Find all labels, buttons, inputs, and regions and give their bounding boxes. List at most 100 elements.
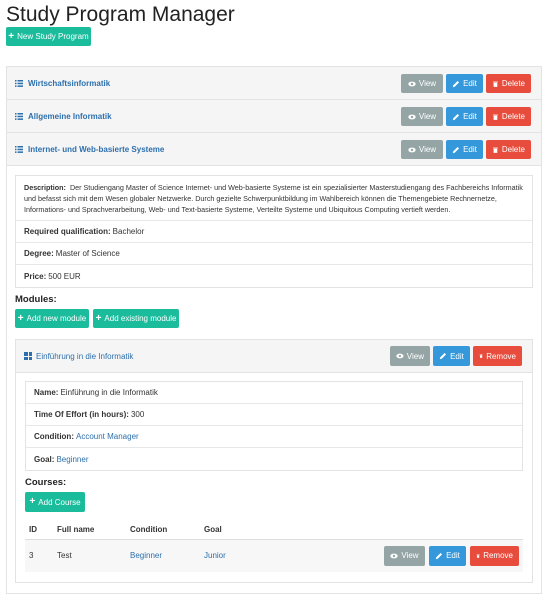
edit-label: Edit xyxy=(463,112,477,121)
course-id-cell: 3 xyxy=(25,539,53,572)
price-item: Price: 500 EUR xyxy=(16,265,532,287)
course-edit-button[interactable]: Edit xyxy=(429,545,466,566)
module-remove-button[interactable]: Remove xyxy=(473,346,522,366)
qualification-item: Required qualification: Bachelor xyxy=(16,221,532,243)
edit-label: Edit xyxy=(463,79,477,88)
degree-item: Degree: Master of Science xyxy=(16,243,532,265)
goal-link[interactable]: Beginner xyxy=(56,455,88,464)
list-icon xyxy=(15,79,23,87)
view-button[interactable]: View xyxy=(401,140,443,159)
delete-label: Delete xyxy=(501,145,525,154)
qualification-value: Bachelor xyxy=(112,227,145,236)
price-value: 500 EUR xyxy=(48,271,81,281)
modules-heading: Modules: xyxy=(15,294,57,305)
edit-button[interactable]: Edit xyxy=(446,140,483,159)
edit-label: Edit xyxy=(463,145,477,154)
view-label: View xyxy=(401,551,419,561)
edit-button[interactable]: Edit xyxy=(446,107,483,126)
delete-label: Delete xyxy=(501,112,525,121)
list-icon xyxy=(15,112,23,120)
remove-label: Remove xyxy=(486,351,516,361)
description-label: Description: xyxy=(24,182,66,192)
eye-icon xyxy=(390,553,399,559)
module-name-label: Name: xyxy=(34,388,59,397)
study-program-list: Wirtschaftsinformatik View Edit Delete A… xyxy=(6,66,542,594)
view-label: View xyxy=(418,145,437,154)
list-icon xyxy=(15,145,23,153)
course-view-button[interactable]: View xyxy=(384,545,425,566)
study-program-link[interactable]: Internet- und Web-basierte Systeme xyxy=(28,145,164,154)
add-existing-module-button[interactable]: + Add existing module xyxy=(93,309,179,328)
plus-icon: + xyxy=(29,496,36,507)
study-program-link[interactable]: Allgemeine Informatik xyxy=(28,112,112,121)
delete-button[interactable]: Delete xyxy=(486,107,531,126)
plus-icon: + xyxy=(8,30,15,42)
study-program-row: Allgemeine Informatik View Edit Delete xyxy=(7,100,541,133)
module-header: Einführung in die Informatik View Edit R… xyxy=(16,340,532,373)
edit-button[interactable]: Edit xyxy=(446,74,483,93)
view-label: View xyxy=(418,79,437,88)
column-header-condition: Condition xyxy=(126,520,200,540)
plus-icon: + xyxy=(95,312,102,324)
study-program-row: Wirtschaftsinformatik View Edit Delete xyxy=(7,67,541,100)
condition-item: Condition: Account Manager xyxy=(26,426,522,448)
module-name-value: Einführung in die Informatik xyxy=(60,388,158,397)
effort-item: Time Of Effort (in hours): 300 xyxy=(26,404,522,426)
column-header-goal: Goal xyxy=(200,520,260,540)
course-condition-link[interactable]: Beginner xyxy=(130,551,162,560)
add-course-label: Add Course xyxy=(38,497,81,507)
view-button[interactable]: View xyxy=(401,107,443,126)
condition-label: Condition: xyxy=(34,432,74,441)
trash-icon xyxy=(493,114,498,120)
course-remove-button[interactable]: Remove xyxy=(470,545,519,566)
add-course-button[interactable]: + Add Course xyxy=(25,492,85,512)
remove-label: Remove xyxy=(483,551,513,561)
description-item: Description: Der Studiengang Master of S… xyxy=(16,176,532,221)
trash-icon xyxy=(493,81,498,87)
delete-button[interactable]: Delete xyxy=(486,74,531,93)
module-panel: Einführung in die Informatik View Edit R… xyxy=(15,339,533,583)
module-name-item: Name: Einführung in die Informatik xyxy=(26,382,522,404)
edit-label: Edit xyxy=(446,551,460,561)
pencil-icon xyxy=(452,113,460,120)
plus-icon: + xyxy=(17,312,24,324)
add-existing-module-label: Add existing module xyxy=(104,314,177,323)
column-header-full-name: Full name xyxy=(53,520,126,540)
module-edit-button[interactable]: Edit xyxy=(433,346,470,366)
qualification-label: Required qualification: xyxy=(24,227,111,236)
delete-button[interactable]: Delete xyxy=(486,140,531,159)
add-new-module-label: Add new module xyxy=(26,314,87,323)
new-study-program-button[interactable]: + New Study Program xyxy=(6,27,91,46)
courses-heading: Courses: xyxy=(25,477,67,488)
module-title-link[interactable]: Einführung in die Informatik xyxy=(36,352,133,361)
eye-icon xyxy=(408,147,416,152)
pencil-icon xyxy=(452,80,460,87)
eye-icon xyxy=(408,81,416,86)
courses-header-row: ID Full name Condition Goal xyxy=(25,520,523,540)
course-goal-link[interactable]: Junior xyxy=(204,551,226,560)
courses-table: ID Full name Condition Goal 3 Test Begin… xyxy=(25,520,523,572)
goal-label: Goal: xyxy=(34,454,55,464)
eye-icon xyxy=(396,353,404,359)
eye-icon xyxy=(408,114,416,119)
module-detail-card: Name: Einführung in die Informatik Time O… xyxy=(25,381,523,471)
description-text: Der Studiengang Master of Science Intern… xyxy=(24,182,523,214)
study-program-row: Internet- und Web-basierte Systeme View … xyxy=(7,133,541,166)
th-large-icon xyxy=(24,352,32,360)
add-new-module-button[interactable]: + Add new module xyxy=(15,309,89,328)
study-program-link[interactable]: Wirtschaftsinformatik xyxy=(28,79,110,88)
delete-label: Delete xyxy=(501,79,525,88)
column-header-id: ID xyxy=(25,520,53,540)
edit-label: Edit xyxy=(450,351,464,361)
trash-icon xyxy=(493,147,498,153)
program-detail-card: Description: Der Studiengang Master of S… xyxy=(15,175,533,288)
goal-item: Goal: Beginner xyxy=(26,448,522,470)
pencil-icon xyxy=(452,146,460,153)
condition-link[interactable]: Account Manager xyxy=(76,432,139,441)
trash-icon xyxy=(479,354,483,358)
pencil-icon xyxy=(435,552,443,559)
course-name-cell: Test xyxy=(53,539,126,572)
module-view-button[interactable]: View xyxy=(390,346,430,366)
table-row: 3 Test Beginner Junior View Edit Remove xyxy=(25,539,523,572)
view-button[interactable]: View xyxy=(401,74,443,93)
